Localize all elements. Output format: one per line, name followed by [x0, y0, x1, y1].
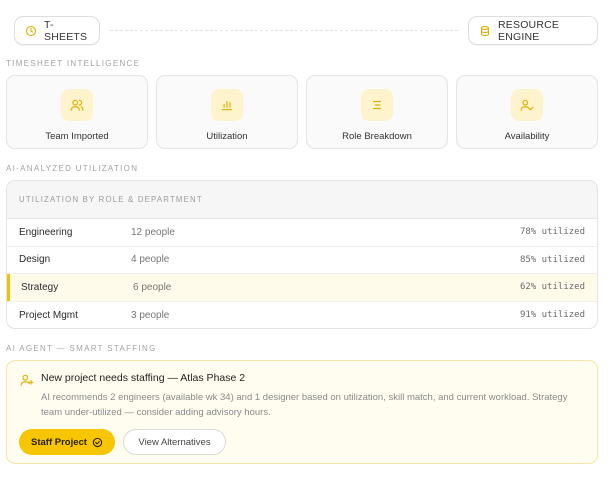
- table-row-highlighted[interactable]: Strategy 6 people 62% utilized: [7, 274, 597, 302]
- t-sheets-label: T-SHEETS: [44, 18, 88, 43]
- table-heading: UTILIZATION BY ROLE & DEPARTMENT: [7, 181, 597, 219]
- people-count: 6 people: [133, 281, 172, 293]
- agent-description: AI recommends 2 engineers (available wk …: [41, 392, 568, 418]
- utilization-section-label: AI-ANALYZED UTILIZATION: [6, 164, 139, 173]
- timesheet-section-label: TIMESHEET INTELLIGENCE: [6, 59, 141, 68]
- role-name: Strategy: [21, 281, 59, 293]
- role-name: Design: [19, 254, 51, 266]
- utilization-value: 62% utilized: [519, 282, 585, 293]
- resource-engine-pill[interactable]: RESOURCE ENGINE: [468, 16, 598, 45]
- role-name: Engineering: [19, 226, 73, 238]
- users-icon: [61, 89, 93, 121]
- table-row[interactable]: Engineering 12 people 78% utilized: [7, 219, 597, 247]
- resource-engine-label: RESOURCE ENGINE: [498, 18, 560, 43]
- card-label: Team Imported: [45, 131, 109, 142]
- people-count: 4 people: [131, 254, 170, 266]
- top-connector-row: T-SHEETS RESOURCE ENGINE: [14, 16, 598, 46]
- table-row[interactable]: Design 4 people 85% utilized: [7, 247, 597, 274]
- staff-project-label: Staff Project: [31, 436, 87, 448]
- utilization-value: 91% utilized: [519, 310, 585, 321]
- t-sheets-pill[interactable]: T-SHEETS: [14, 16, 100, 45]
- clock-icon: [25, 25, 37, 37]
- people-count: 12 people: [131, 226, 175, 238]
- agent-section-label: AI AGENT — SMART STAFFING: [6, 344, 157, 353]
- agent-title: New project needs staffing — Atlas Phase…: [41, 372, 246, 384]
- staff-project-button[interactable]: Staff Project: [19, 429, 115, 455]
- view-alternatives-button[interactable]: View Alternatives: [123, 429, 226, 455]
- bar-chart-icon: [211, 89, 243, 121]
- card-role-breakdown[interactable]: Role Breakdown: [306, 75, 448, 149]
- card-label: Utilization: [206, 131, 248, 142]
- card-availability[interactable]: Availability: [456, 75, 598, 149]
- utilization-value: 85% utilized: [519, 254, 585, 265]
- card-label: Availability: [504, 131, 550, 142]
- database-icon: [479, 25, 491, 37]
- check-circle-icon: [92, 437, 103, 448]
- user-plus-icon: [20, 373, 34, 387]
- table-row[interactable]: Project Mgmt 3 people 91% utilized: [7, 302, 597, 329]
- card-label: Role Breakdown: [342, 131, 412, 142]
- utilization-value: 78% utilized: [519, 227, 585, 238]
- smart-staffing-card: New project needs staffing — Atlas Phase…: [6, 360, 598, 464]
- view-alternatives-label: View Alternatives: [138, 436, 211, 448]
- list-icon: [361, 89, 393, 121]
- card-utilization[interactable]: Utilization: [156, 75, 298, 149]
- role-name: Project Mgmt: [19, 309, 78, 321]
- card-team-imported[interactable]: Team Imported: [6, 75, 148, 149]
- connector-line: [110, 30, 458, 31]
- people-count: 3 people: [131, 309, 170, 321]
- user-check-icon: [511, 89, 543, 121]
- utilization-table: UTILIZATION BY ROLE & DEPARTMENT Enginee…: [6, 180, 598, 329]
- timesheet-cards: Team Imported Utilization Role Breakdown…: [6, 75, 598, 149]
